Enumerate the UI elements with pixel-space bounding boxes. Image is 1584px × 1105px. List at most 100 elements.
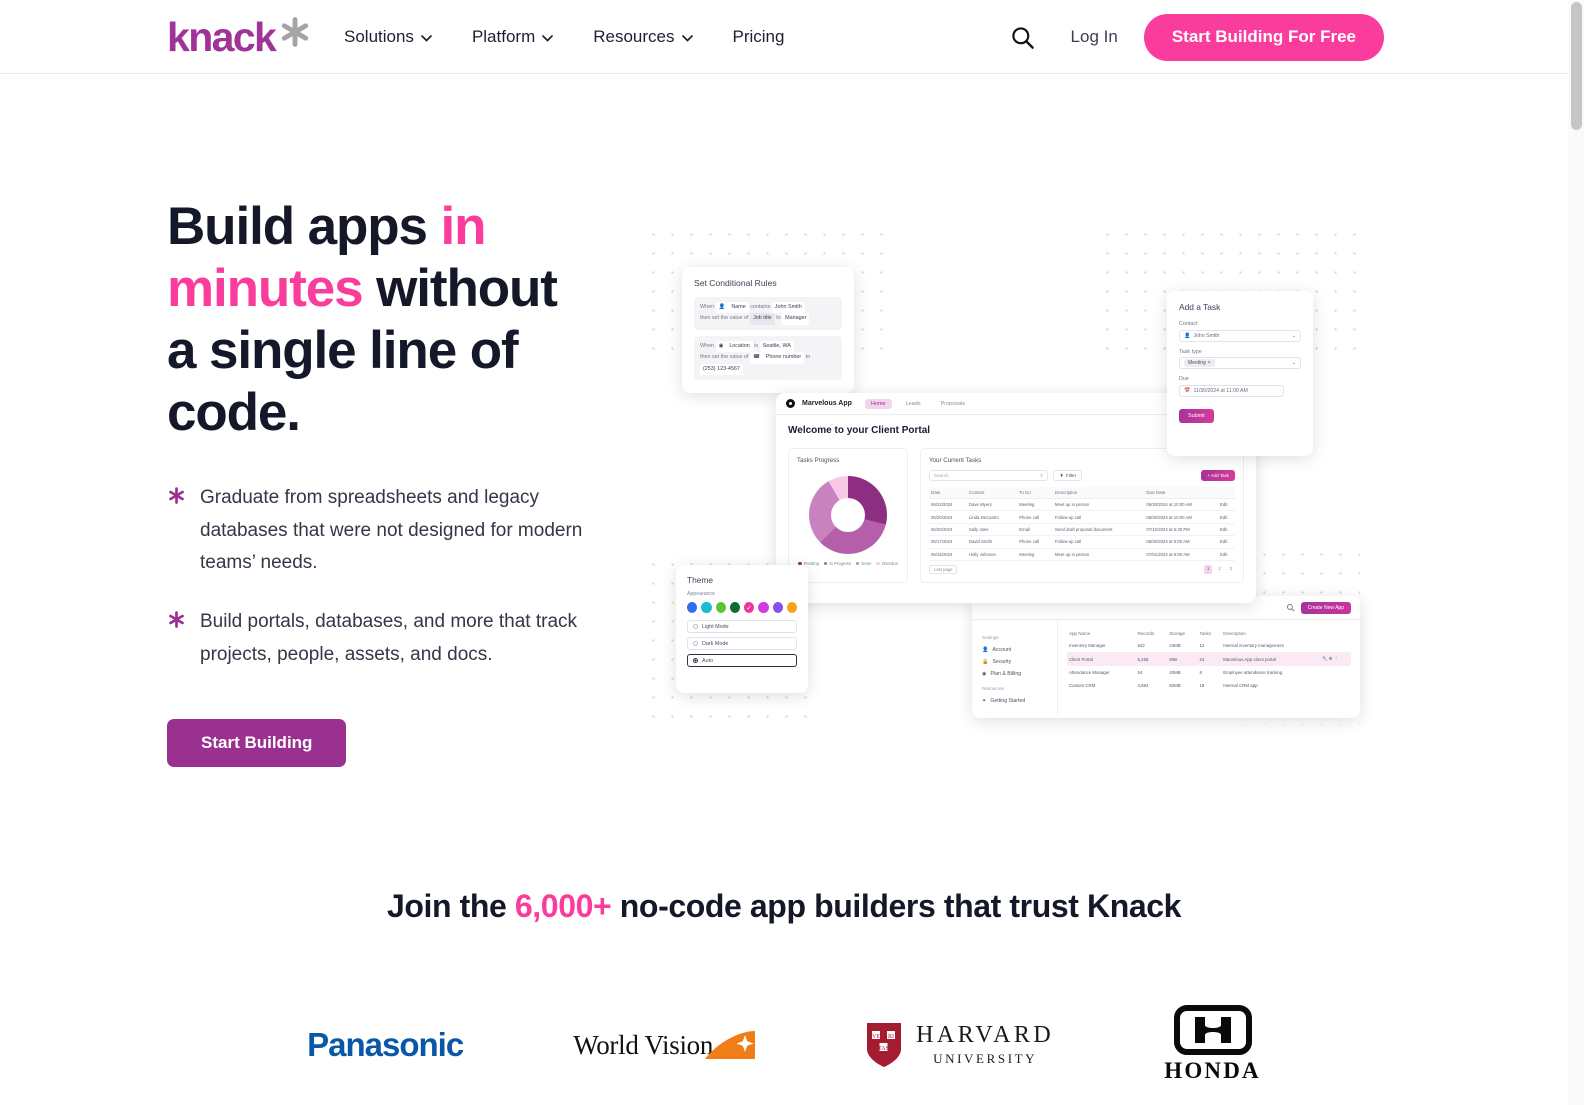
- login-link[interactable]: Log In: [1071, 27, 1118, 47]
- start-building-button[interactable]: Start Building: [167, 719, 347, 768]
- harvard-subtext: UNIVERSITY: [933, 1051, 1038, 1066]
- bullet-text: Build portals, databases, and more that …: [200, 611, 578, 665]
- search-input[interactable]: Search ⚲: [929, 470, 1049, 481]
- apps-table: App Name Records Storage Tasks Descripti…: [1067, 628, 1351, 692]
- edit-link[interactable]: Edit: [1218, 535, 1235, 549]
- bullet-text: Graduate from spreadsheets and legacy da…: [200, 487, 583, 574]
- swatch-cyan[interactable]: [701, 602, 712, 613]
- nav-item-resources[interactable]: Resources: [593, 27, 693, 47]
- task-type-select[interactable]: Meeting × ⌄: [1179, 357, 1301, 369]
- sidebar-item-security[interactable]: 🔒 Security: [982, 656, 1047, 668]
- table-row[interactable]: 06/17/2024 David Smith Phone call Follow…: [929, 535, 1235, 549]
- tab-home[interactable]: Home: [864, 398, 892, 409]
- person-icon-chip: 👤: [715, 302, 729, 314]
- scrollbar-thumb[interactable]: [1571, 2, 1582, 130]
- page-2[interactable]: 2: [1215, 565, 1223, 574]
- search-icon[interactable]: [1286, 599, 1295, 617]
- swatch-pink-selected[interactable]: [744, 602, 755, 613]
- submit-button[interactable]: Submit: [1179, 408, 1214, 423]
- theme-option-light[interactable]: Light Mode: [687, 620, 797, 633]
- nav-item-platform[interactable]: Platform: [472, 27, 554, 47]
- tab-proposals[interactable]: Proposals: [935, 399, 971, 409]
- wrench-icon[interactable]: 🔧: [1322, 656, 1327, 661]
- chevron-down-icon: [542, 27, 554, 47]
- rule-word: then set the value of: [700, 354, 749, 361]
- cell-todo: Email: [1017, 523, 1053, 537]
- swatch-green[interactable]: [715, 602, 726, 613]
- sidebar-item-account[interactable]: 👤 Account: [982, 644, 1047, 656]
- page-size-select[interactable]: Last page: [929, 564, 958, 574]
- sidebar-item-label: Getting Started: [990, 698, 1026, 704]
- theme-option-auto[interactable]: Auto: [687, 654, 797, 667]
- page-1[interactable]: 1: [1203, 564, 1213, 574]
- table-row[interactable]: Custom CRM 4,884 82MB 18 Internal CRM ap…: [1067, 679, 1351, 692]
- table-row[interactable]: 06/15/2024 Holly Johnson Meeting Meet up…: [929, 548, 1235, 561]
- col-app-name: App Name: [1069, 631, 1091, 636]
- nav-item-solutions[interactable]: Solutions: [344, 27, 432, 47]
- rule-value: Seattle, WA: [759, 340, 794, 353]
- cell-actions[interactable]: 🔧 ⚙ ⋮: [1319, 652, 1351, 666]
- table-row[interactable]: 06/22/2024 Dave Myers Meeting Meet up in…: [929, 498, 1235, 512]
- honda-logo: HONDA: [1164, 1005, 1261, 1084]
- rule-field: Phone number: [762, 352, 805, 364]
- swatch-dark-green[interactable]: [729, 602, 740, 613]
- tab-leads[interactable]: Leads: [900, 399, 927, 409]
- edit-link[interactable]: Edit: [1218, 498, 1235, 512]
- edit-link[interactable]: Edit: [1218, 510, 1235, 524]
- page-scrollbar[interactable]: [1568, 0, 1584, 1105]
- hero-copy: Build apps in minutes without a single l…: [167, 196, 587, 768]
- table-row[interactable]: Attendance Manager 54 40MB 8 Employee at…: [1067, 666, 1351, 679]
- knack-logo[interactable]: knack: [167, 17, 312, 58]
- table-row[interactable]: 06/20/2024 Linda DeCastro Phone call Fol…: [929, 510, 1235, 524]
- create-new-app-button[interactable]: Create New App: [1300, 601, 1351, 614]
- table-row[interactable]: 06/20/2024 Sally Jane Email Send draft p…: [929, 523, 1235, 537]
- cell-todo: Meeting: [1017, 548, 1053, 561]
- social-proof-heading: Join the 6,000+ no-code app builders tha…: [0, 888, 1568, 925]
- apps-dashboard-card: Create New App Settings 👤 Account 🔒 Secu…: [972, 596, 1360, 718]
- edit-link[interactable]: Edit: [1218, 548, 1235, 561]
- chevron-down-icon: ⌄: [1291, 332, 1296, 339]
- task-type-tag[interactable]: Meeting ×: [1184, 359, 1215, 367]
- site-header: knack Solutions Platform Resources Prici…: [0, 0, 1568, 74]
- rule-block: When 👤 Name contains John Smith then set …: [694, 297, 842, 330]
- sidebar-item-getting-started[interactable]: ✦ Getting Started: [982, 695, 1047, 707]
- edit-link[interactable]: Edit: [1218, 523, 1235, 537]
- theme-option-dark[interactable]: Dark Mode: [687, 637, 797, 650]
- hero-illustration: Set Conditional Rules When 👤 Name contain…: [636, 215, 1366, 735]
- rule-value: Manager: [782, 313, 810, 325]
- panel-title: Tasks Progress: [797, 457, 840, 464]
- start-building-free-button[interactable]: Start Building For Free: [1143, 13, 1384, 61]
- swatch-purple[interactable]: [772, 602, 783, 613]
- gear-icon[interactable]: ⚙: [1329, 656, 1333, 661]
- swatch-orange[interactable]: [786, 602, 797, 613]
- cell-storage: 82MB: [1169, 683, 1181, 688]
- cell-contact: Linda DeCastro: [966, 510, 1018, 524]
- swatch-magenta[interactable]: [758, 602, 769, 613]
- filter-button[interactable]: ▼ Filter: [1053, 470, 1083, 481]
- page-3[interactable]: 3: [1227, 565, 1235, 574]
- more-options-icon[interactable]: ⋮: [1334, 656, 1338, 661]
- heading-pre: Join the: [386, 888, 515, 924]
- add-task-button[interactable]: + Add Task: [1201, 470, 1236, 481]
- table-header-row: App Name Records Storage Tasks Descripti…: [1067, 628, 1351, 639]
- nav-item-pricing[interactable]: Pricing: [733, 27, 785, 47]
- table-row[interactable]: Inventory Manager 642 23MB 12 Internal i…: [1067, 639, 1351, 652]
- world-vision-logo: World Vision: [573, 1029, 756, 1061]
- sidebar-section-label: Settings: [982, 635, 999, 640]
- due-date-input[interactable]: 📅 11/30/2024 at 11:00 AM: [1179, 384, 1284, 397]
- tasks-table: Date Contact To Do Description Due Date …: [929, 487, 1235, 561]
- sidebar-item-plan-billing[interactable]: ◉ Plan & Billing: [982, 668, 1047, 680]
- col-date: Date: [929, 487, 967, 499]
- col-todo: To Do: [1017, 487, 1053, 499]
- contact-select[interactable]: 👤 John Smith ⌄: [1179, 329, 1301, 342]
- swatch-blue[interactable]: [687, 602, 698, 613]
- field-value: John Smith: [1193, 332, 1220, 339]
- table-row[interactable]: Client Portal 5,268 90B 24 Marvelous App…: [1067, 652, 1351, 666]
- rule-word: When: [700, 304, 715, 310]
- cell-date: 06/22/2024: [929, 498, 967, 512]
- search-icon[interactable]: [1003, 17, 1043, 57]
- close-icon[interactable]: ×: [1208, 360, 1211, 366]
- harvard-shield-icon: VE RI TAS: [867, 1022, 902, 1067]
- cell-date: 06/20/2024: [929, 510, 967, 524]
- cell-records: 642: [1137, 643, 1145, 648]
